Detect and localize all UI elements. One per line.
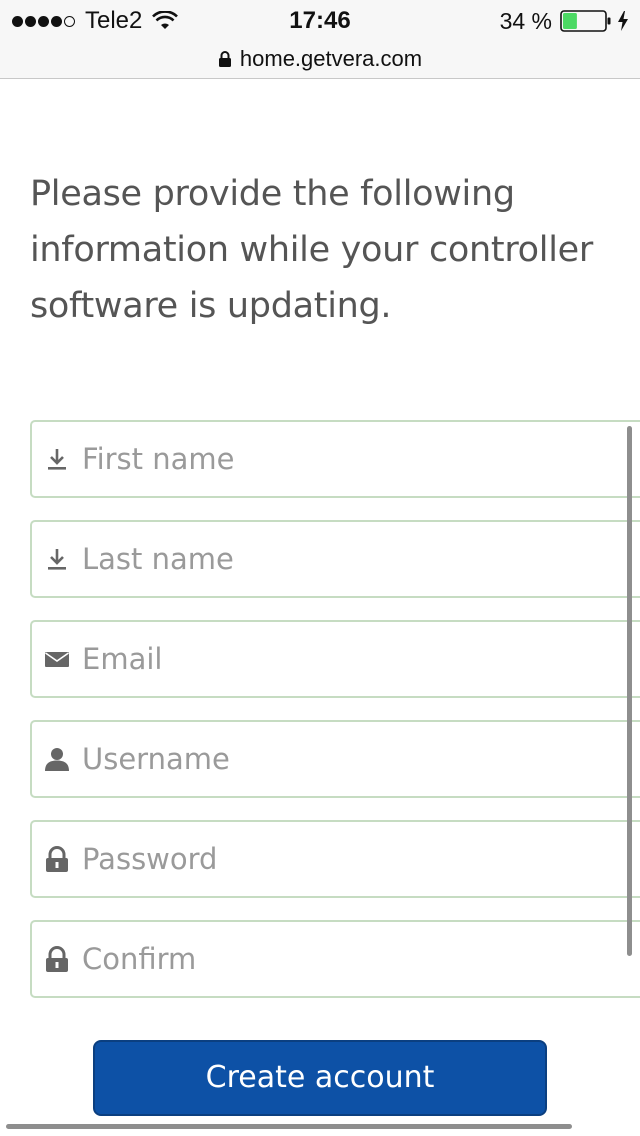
page-headline: Please provide the following information…: [30, 174, 593, 326]
padlock-icon: [46, 946, 68, 972]
battery-percent: 34 %: [499, 7, 552, 34]
last-name-field[interactable]: Last name: [30, 520, 640, 598]
horizontal-scrollbar[interactable]: [6, 1124, 572, 1129]
user-icon: [45, 748, 69, 771]
email-field[interactable]: Email: [30, 620, 640, 698]
padlock-icon: [46, 846, 68, 872]
charging-bolt-icon: [618, 11, 628, 31]
address-bar[interactable]: home.getvera.com: [0, 40, 640, 79]
confirm-password-field[interactable]: Confirm: [30, 920, 640, 998]
battery-icon: [560, 10, 611, 32]
battery-group: 34 %: [500, 8, 630, 34]
lock-icon: [218, 51, 231, 67]
status-bar: Tele2 17:46 34 %: [0, 0, 640, 40]
password-field[interactable]: Password: [30, 820, 640, 898]
download-arrow-icon: [48, 449, 66, 470]
url-text: home.getvera.com: [239, 46, 423, 71]
password-placeholder: Password: [82, 842, 218, 876]
username-placeholder: Username: [82, 742, 230, 776]
first-name-placeholder: First name: [82, 442, 235, 476]
confirm-placeholder: Confirm: [82, 942, 197, 976]
vertical-scrollbar[interactable]: [627, 426, 632, 956]
envelope-icon: [45, 652, 69, 667]
email-placeholder: Email: [82, 642, 163, 676]
create-account-button[interactable]: Create account: [93, 1040, 547, 1116]
first-name-field[interactable]: First name: [30, 420, 640, 498]
last-name-placeholder: Last name: [82, 542, 234, 576]
username-field[interactable]: Username: [30, 720, 640, 798]
download-arrow-icon: [48, 549, 66, 570]
